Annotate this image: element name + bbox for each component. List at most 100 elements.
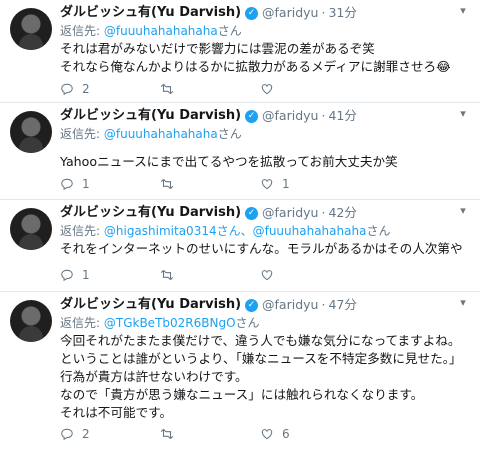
user-handle[interactable]: @faridyu: [262, 204, 318, 222]
reply-icon: [61, 428, 73, 441]
retweet-button[interactable]: [160, 268, 260, 282]
verified-badge-icon: ✓: [245, 109, 259, 123]
reply-to-line: 返信先: @fuuuhahahahahaさん: [60, 22, 470, 40]
retweet-icon: [160, 428, 174, 440]
chevron-down-icon[interactable]: ▾: [456, 4, 470, 18]
verified-badge-icon: ✓: [245, 206, 259, 220]
tweet-text-line: それなら俺なんかよりはるかに拡散力があるメディアに謝罪させろ😂: [60, 59, 451, 74]
tweet-text-line: それをインターネットのせいにすんな。モラルがあるかはその人次第や: [60, 241, 463, 256]
tweet-text-line: なので「貴方が思う嫌なニュース」には触れられなくなります。: [60, 387, 424, 402]
tweet-header: ダルビッシュ有(Yu Darvish) ✓ @faridyu · 41分: [60, 107, 470, 125]
reply-button[interactable]: 2: [60, 82, 160, 96]
heart-icon: [261, 84, 273, 95]
tweet-text-line: それは君がみないだけで影響力には雲泥の差があるぞ笑: [60, 41, 375, 56]
reply-to-label: 返信先:: [60, 224, 101, 238]
timeline: ダルビッシュ有(Yu Darvish) ✓ @faridyu · 31分 ▾ 返…: [0, 0, 480, 450]
reply-icon: [61, 83, 73, 96]
like-button[interactable]: [260, 82, 360, 96]
retweet-button[interactable]: [160, 427, 260, 441]
chevron-down-icon[interactable]: ▾: [456, 296, 470, 310]
separator-dot: ·: [321, 108, 326, 123]
user-handle[interactable]: @faridyu: [262, 296, 318, 314]
avatar[interactable]: [10, 111, 52, 153]
tweet[interactable]: ダルビッシュ有(Yu Darvish) ✓ @faridyu · 31分 ▾ 返…: [0, 0, 480, 103]
tweet-header: ダルビッシュ有(Yu Darvish) ✓ @faridyu · 31分: [60, 4, 470, 22]
heart-icon: [261, 179, 273, 190]
reply-suffix: さん: [366, 224, 391, 238]
chevron-down-icon[interactable]: ▾: [456, 107, 470, 121]
reply-mention-link[interactable]: @higashimita0314さん、@fuuuhahahahaha: [104, 224, 367, 238]
retweet-button[interactable]: [160, 177, 260, 191]
reply-to-label: 返信先:: [60, 24, 101, 38]
heart-icon: [261, 429, 273, 440]
display-name[interactable]: ダルビッシュ有(Yu Darvish): [60, 296, 241, 314]
verified-badge-icon: ✓: [245, 298, 259, 312]
reply-button[interactable]: 1: [60, 177, 160, 191]
heart-icon: [261, 270, 273, 281]
tweet[interactable]: ダルビッシュ有(Yu Darvish) ✓ @faridyu · 42分 ▾ 返…: [0, 200, 480, 292]
tweet-actions: 1 1: [60, 175, 360, 193]
reply-mention-link[interactable]: @fuuuhahahahaha: [104, 24, 218, 38]
tweet-header: ダルビッシュ有(Yu Darvish) ✓ @faridyu · 42分: [60, 204, 470, 222]
like-button[interactable]: 1: [260, 177, 360, 191]
verified-badge-icon: ✓: [245, 6, 259, 20]
retweet-icon: [160, 83, 174, 95]
tweet-text-line: Yahooニュースにまで出てるやつを拡散ってお前大丈夫か笑: [60, 154, 398, 169]
like-count: 6: [282, 427, 290, 441]
reply-count: 1: [82, 268, 90, 282]
reply-to-label: 返信先:: [60, 316, 101, 330]
reply-button[interactable]: 1: [60, 268, 160, 282]
tweet-text-line: それは不可能です。: [60, 405, 173, 420]
reply-mention-link[interactable]: @fuuuhahahahaha: [104, 127, 218, 141]
tweet-actions: 2 6: [60, 425, 360, 443]
reply-count: 2: [82, 82, 90, 96]
tweet-header: ダルビッシュ有(Yu Darvish) ✓ @faridyu · 47分: [60, 296, 470, 314]
reply-suffix: さん: [217, 24, 242, 38]
tweet-text-line: 行為が貴方は許せないわけです。: [60, 369, 248, 384]
avatar[interactable]: [10, 8, 52, 50]
reply-to-label: 返信先:: [60, 127, 101, 141]
separator-dot: ·: [321, 297, 326, 312]
reply-to-line: 返信先: @TGkBeTb02R6BNgOさん: [60, 314, 470, 332]
timestamp[interactable]: 47分: [328, 296, 356, 314]
reply-count: 2: [82, 427, 90, 441]
reply-suffix: さん: [217, 127, 242, 141]
reply-to-line: 返信先: @higashimita0314さん、@fuuuhahahahahaさ…: [60, 222, 470, 240]
chevron-down-icon[interactable]: ▾: [456, 204, 470, 218]
separator-dot: ·: [321, 5, 326, 20]
like-button[interactable]: 6: [260, 427, 360, 441]
like-button[interactable]: [260, 268, 360, 282]
display-name[interactable]: ダルビッシュ有(Yu Darvish): [60, 107, 241, 125]
retweet-button[interactable]: [160, 82, 260, 96]
tweet-body: ダルビッシュ有(Yu Darvish) ✓ @faridyu · 41分 ▾ 返…: [60, 107, 470, 171]
tweet-body: ダルビッシュ有(Yu Darvish) ✓ @faridyu · 31分 ▾ 返…: [60, 4, 470, 76]
reply-icon: [61, 269, 73, 282]
like-count: 1: [282, 177, 290, 191]
timestamp[interactable]: 41分: [328, 107, 356, 125]
reply-button[interactable]: 2: [60, 427, 160, 441]
tweet-actions: 2: [60, 80, 360, 98]
user-handle[interactable]: @faridyu: [262, 4, 318, 22]
tweet-text-line: 今回それがたまたま僕だけで、違う人でも嫌な気分になってますよね。: [60, 333, 461, 348]
tweet[interactable]: ダルビッシュ有(Yu Darvish) ✓ @faridyu · 41分 ▾ 返…: [0, 103, 480, 200]
tweet[interactable]: ダルビッシュ有(Yu Darvish) ✓ @faridyu · 47分 ▾ 返…: [0, 292, 480, 450]
timestamp[interactable]: 42分: [328, 204, 356, 222]
timestamp[interactable]: 31分: [328, 4, 356, 22]
reply-count: 1: [82, 177, 90, 191]
reply-mention-link[interactable]: @TGkBeTb02R6BNgO: [104, 316, 236, 330]
retweet-icon: [160, 269, 174, 281]
retweet-icon: [160, 178, 174, 190]
avatar[interactable]: [10, 208, 52, 250]
tweet-body: ダルビッシュ有(Yu Darvish) ✓ @faridyu · 47分 ▾ 返…: [60, 296, 470, 422]
reply-to-line: 返信先: @fuuuhahahahahaさん: [60, 125, 470, 143]
avatar[interactable]: [10, 300, 52, 342]
tweet-actions: 1: [60, 266, 360, 284]
display-name[interactable]: ダルビッシュ有(Yu Darvish): [60, 204, 241, 222]
display-name[interactable]: ダルビッシュ有(Yu Darvish): [60, 4, 241, 22]
reply-icon: [61, 178, 73, 191]
user-handle[interactable]: @faridyu: [262, 107, 318, 125]
separator-dot: ·: [321, 205, 326, 220]
reply-suffix: さん: [235, 316, 260, 330]
tweet-text-line: ということは誰がというより、「嫌なニュースを不特定多数に見せた。」: [60, 351, 462, 366]
tweet-body: ダルビッシュ有(Yu Darvish) ✓ @faridyu · 42分 ▾ 返…: [60, 204, 470, 258]
